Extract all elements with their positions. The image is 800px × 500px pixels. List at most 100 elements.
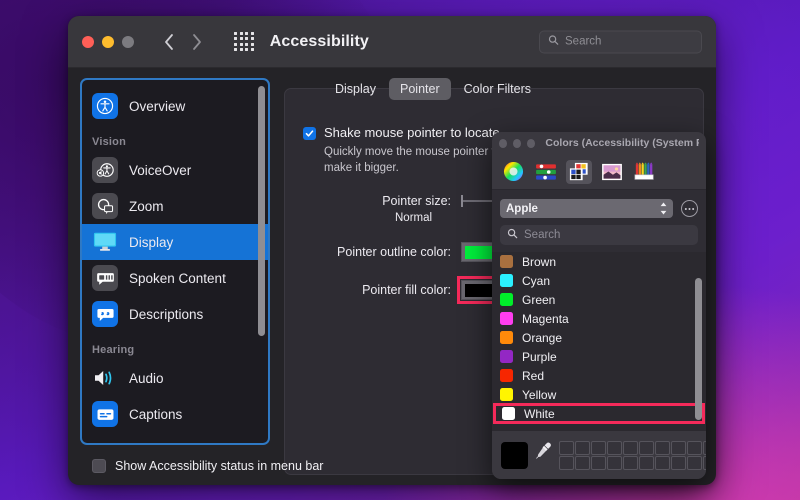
- sidebar-item-label: Audio: [129, 371, 164, 386]
- list-item[interactable]: Magenta: [492, 309, 706, 328]
- list-item[interactable]: Orange: [492, 328, 706, 347]
- grid-dot: [240, 43, 243, 46]
- grid-dot: [234, 32, 237, 35]
- minimize-button[interactable]: [102, 36, 114, 48]
- sidebar-item-voiceover[interactable]: VoiceOver: [82, 152, 268, 188]
- color-well[interactable]: [575, 441, 590, 455]
- color-well[interactable]: [623, 456, 638, 470]
- color-list: Brown Cyan Green Magenta Orange Purple R…: [492, 252, 706, 433]
- shake-pointer-checkbox[interactable]: [303, 127, 316, 140]
- sidebar-item-label: Spoken Content: [129, 271, 226, 286]
- sidebar-item-label: Descriptions: [129, 307, 203, 322]
- color-swatch: [500, 350, 513, 363]
- color-well[interactable]: [607, 441, 622, 455]
- color-well[interactable]: [687, 456, 702, 470]
- color-label: Brown: [522, 255, 556, 269]
- grid-dot: [251, 48, 254, 51]
- color-well[interactable]: [639, 456, 654, 470]
- color-palettes-icon[interactable]: [566, 160, 592, 184]
- colors-panel-window: Colors (Accessibility (System Pr...: [492, 132, 706, 479]
- sidebar: Overview Vision VoiceOver Zoom: [80, 78, 270, 445]
- sidebar-group-vision: Vision: [82, 124, 268, 152]
- color-sliders-icon[interactable]: [533, 160, 559, 184]
- sidebar-item-spoken-content[interactable]: Spoken Content: [82, 260, 268, 296]
- spoken-content-icon: [92, 265, 118, 291]
- list-item-white[interactable]: White: [494, 404, 704, 423]
- color-well[interactable]: [607, 456, 622, 470]
- color-swatch: [500, 255, 513, 268]
- colors-search-input[interactable]: Search: [500, 225, 698, 245]
- sidebar-group-hearing: Hearing: [82, 332, 268, 360]
- palette-source-select[interactable]: Apple: [500, 199, 673, 218]
- crayons-icon[interactable]: [632, 160, 658, 184]
- tab-color-filters[interactable]: Color Filters: [453, 78, 542, 100]
- color-swatch: [500, 369, 513, 382]
- sidebar-item-captions[interactable]: Captions: [82, 396, 268, 432]
- accessibility-icon: [92, 93, 118, 119]
- color-wheel-icon[interactable]: [500, 160, 526, 184]
- tab-pointer[interactable]: Pointer: [389, 78, 451, 100]
- sidebar-scrollbar[interactable]: [258, 86, 265, 336]
- grid-dot: [251, 43, 254, 46]
- color-well[interactable]: [591, 441, 606, 455]
- color-well[interactable]: [687, 441, 702, 455]
- sidebar-item-label: Captions: [129, 407, 182, 422]
- list-item[interactable]: Yellow: [492, 385, 706, 404]
- window-titlebar: Accessibility Search: [68, 16, 716, 68]
- list-item[interactable]: Cyan: [492, 271, 706, 290]
- color-well[interactable]: [575, 456, 590, 470]
- sidebar-item-audio[interactable]: Audio: [82, 360, 268, 396]
- search-icon: [507, 226, 518, 244]
- color-well[interactable]: [559, 441, 574, 455]
- pointer-size-label: Pointer size:: [303, 194, 451, 208]
- pointer-fill-color-label: Pointer fill color:: [303, 283, 451, 297]
- color-well[interactable]: [559, 456, 574, 470]
- color-well[interactable]: [703, 441, 706, 455]
- list-item[interactable]: Purple: [492, 347, 706, 366]
- eyedropper-icon[interactable]: [535, 441, 552, 470]
- shake-pointer-label: Shake mouse pointer to locate: [324, 125, 500, 140]
- color-well[interactable]: [591, 456, 606, 470]
- colors-panel-titlebar: Colors (Accessibility (System Pr...: [492, 132, 706, 154]
- audio-speaker-icon: [92, 365, 118, 391]
- color-well[interactable]: [639, 441, 654, 455]
- color-well[interactable]: [623, 441, 638, 455]
- grid-view-icon[interactable]: [234, 32, 254, 52]
- show-status-row[interactable]: Show Accessibility status in menu bar: [92, 459, 323, 473]
- descriptions-icon: [92, 301, 118, 327]
- colors-zoom-button[interactable]: [527, 139, 535, 148]
- search-input[interactable]: Search: [539, 30, 702, 53]
- color-well[interactable]: [703, 456, 706, 470]
- colors-minimize-button[interactable]: [513, 139, 521, 148]
- color-label: Cyan: [522, 274, 550, 288]
- tab-display[interactable]: Display: [324, 78, 387, 100]
- grid-dot: [240, 48, 243, 51]
- search-icon: [548, 33, 559, 51]
- color-well[interactable]: [671, 441, 686, 455]
- sidebar-item-overview[interactable]: Overview: [82, 88, 268, 124]
- sidebar-item-zoom[interactable]: Zoom: [82, 188, 268, 224]
- image-palettes-icon[interactable]: [599, 160, 625, 184]
- forward-arrow-icon[interactable]: [190, 32, 204, 52]
- show-status-checkbox[interactable]: [92, 459, 106, 473]
- color-well[interactable]: [671, 456, 686, 470]
- list-item[interactable]: Green: [492, 290, 706, 309]
- pointer-outline-color-label: Pointer outline color:: [303, 245, 451, 259]
- zoom-button[interactable]: [122, 36, 134, 48]
- list-item[interactable]: Red: [492, 366, 706, 385]
- sidebar-item-label: VoiceOver: [129, 163, 191, 178]
- color-list-scrollbar[interactable]: [695, 278, 702, 420]
- sidebar-item-display[interactable]: Display: [82, 224, 268, 260]
- colors-close-button[interactable]: [499, 139, 507, 148]
- close-button[interactable]: [82, 36, 94, 48]
- back-arrow-icon[interactable]: [162, 32, 176, 52]
- color-well[interactable]: [655, 456, 670, 470]
- palette-source-row: Apple: [492, 190, 706, 218]
- captions-icon: [92, 401, 118, 427]
- more-options-button[interactable]: [681, 200, 698, 217]
- sidebar-item-descriptions[interactable]: Descriptions: [82, 296, 268, 332]
- list-item[interactable]: Brown: [492, 252, 706, 271]
- current-color-swatch[interactable]: [501, 442, 528, 469]
- color-well[interactable]: [655, 441, 670, 455]
- color-swatch: [502, 407, 515, 420]
